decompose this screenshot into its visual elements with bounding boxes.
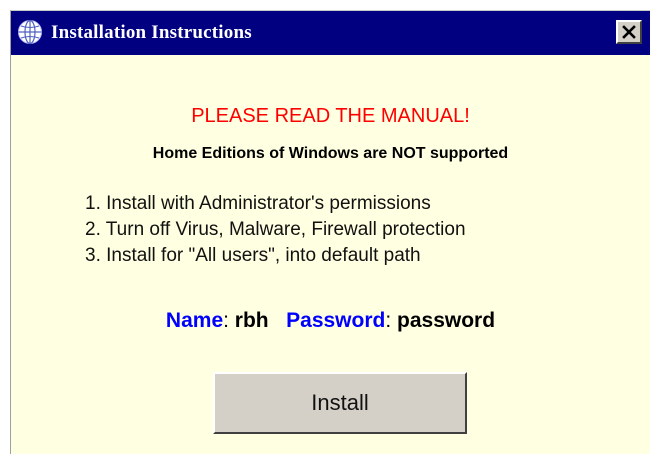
dialog-content: PLEASE READ THE MANUAL! Home Editions of… bbox=[11, 55, 650, 454]
globe-info-icon bbox=[18, 19, 42, 45]
name-label: Name bbox=[165, 309, 224, 332]
password-label: Password bbox=[286, 309, 386, 332]
manual-warning: PLEASE READ THE MANUAL! bbox=[191, 105, 470, 127]
title-bar[interactable]: Installation Instructions bbox=[11, 11, 650, 55]
home-edition-warning: Home Editions of Windows are NOT support… bbox=[152, 145, 509, 162]
name-colon: : bbox=[223, 309, 235, 332]
install-button[interactable]: Install bbox=[213, 372, 467, 434]
close-button[interactable] bbox=[616, 20, 642, 44]
name-value: rbh bbox=[234, 309, 269, 332]
installation-dialog: Installation Instructions PLEASE READ TH… bbox=[10, 10, 650, 454]
instruction-step: 1. Install with Administrator's permissi… bbox=[85, 193, 431, 214]
credentials-line: Name: rbh Password: password bbox=[11, 309, 650, 333]
close-icon bbox=[622, 25, 636, 39]
instruction-step: 2. Turn off Virus, Malware, Firewall pro… bbox=[85, 219, 466, 240]
instruction-step: 3. Install for "All users", into default… bbox=[85, 245, 421, 266]
window-title: Installation Instructions bbox=[51, 22, 252, 43]
instruction-list: 1. Install with Administrator's permissi… bbox=[85, 191, 466, 269]
password-value: password bbox=[397, 309, 496, 332]
password-colon: : bbox=[385, 309, 398, 332]
